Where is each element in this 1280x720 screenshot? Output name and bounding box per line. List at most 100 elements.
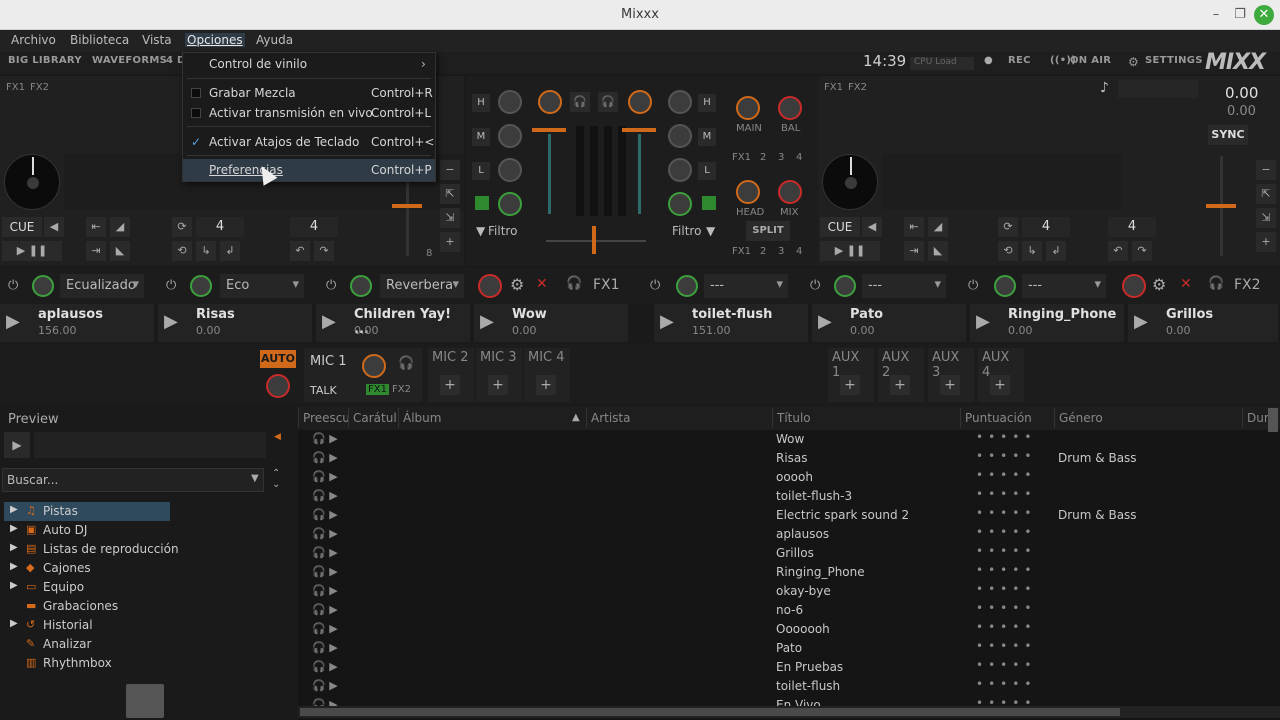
sampler-play-icon[interactable]: ▶ <box>1134 311 1148 332</box>
fx-power-icon-6[interactable]: ⏻ <box>968 278 984 294</box>
deck2-loop-out-icon[interactable]: ↲ <box>1046 241 1066 261</box>
deck1-minus-icon[interactable]: − <box>440 160 460 180</box>
mixer-eq-mid-knob-1[interactable] <box>498 124 522 148</box>
rating-stars[interactable]: ••••• <box>976 601 1036 615</box>
table-row[interactable]: 🎧 ▶ no-6 ••••• <box>298 601 1280 620</box>
preview-headphone-icon[interactable]: 🎧 ▶ <box>312 603 338 616</box>
big-library-button[interactable]: BIG LIBRARY <box>8 55 82 66</box>
deck2-fx1-tag[interactable]: FX1 <box>824 82 843 93</box>
head-mix-knob[interactable] <box>778 180 802 204</box>
preview-collapse-icon[interactable]: ◀ <box>274 432 281 442</box>
deck1-reloop-icon[interactable]: ⟲ <box>172 241 192 261</box>
deck2-nudge-down-icon[interactable]: ⇲ <box>1256 208 1276 228</box>
menu-item-record-mix[interactable]: Grabar Mezcla Control+R <box>183 82 435 104</box>
col-album[interactable]: Álbum <box>398 408 441 428</box>
expand-icon[interactable]: ▶ <box>10 523 18 534</box>
mixer-fx2-assign-2[interactable]: 2 <box>760 246 766 257</box>
mixer-gain-knob-1[interactable] <box>538 90 562 114</box>
settings-button[interactable]: SETTINGS <box>1145 55 1203 66</box>
aux-3-add-icon[interactable]: + <box>940 375 960 395</box>
table-hscroll[interactable] <box>298 706 1280 718</box>
deck2-reloop-icon[interactable]: ⟲ <box>998 241 1018 261</box>
fx-power-icon-5[interactable]: ⏻ <box>810 278 826 294</box>
sampler-play-icon[interactable]: ▶ <box>818 311 832 332</box>
preview-headphone-icon[interactable]: 🎧 ▶ <box>312 546 338 559</box>
sampler-play-icon[interactable]: ▶ <box>976 311 990 332</box>
deck2-cue-start-icon[interactable]: ⇤ <box>904 217 924 237</box>
fx1-meta-knob-2[interactable] <box>190 275 212 297</box>
deck2-cue-set-icon[interactable]: ◢ <box>928 217 948 237</box>
tree-item-listas[interactable]: ▶ ▤ Listas de reproducción <box>4 540 294 559</box>
rating-stars[interactable]: ••••• <box>976 658 1036 672</box>
deck1-loop-in-icon[interactable]: ↳ <box>196 241 216 261</box>
deck1-fx1-tag[interactable]: FX1 <box>6 82 25 93</box>
expand-icon[interactable]: ▶ <box>10 580 18 591</box>
deck1-rewind-icon[interactable]: ◀ <box>44 217 64 237</box>
sampler-3[interactable]: ▶ Children Yay! ... 0.00 <box>316 304 472 342</box>
fx2-meta-knob-1[interactable] <box>676 275 698 297</box>
deck1-plus-icon[interactable]: + <box>440 232 460 252</box>
menu-archivo[interactable]: Archivo <box>9 33 58 47</box>
deck1-hotcue2-icon[interactable]: ◣ <box>110 241 130 261</box>
head-gain-knob[interactable] <box>736 180 760 204</box>
expand-icon[interactable]: ▶ <box>10 618 18 629</box>
fx1-headphone-icon[interactable]: 🎧 <box>566 276 582 291</box>
deck2-overview[interactable] <box>882 154 1122 210</box>
mixer-eq-low-knob-2[interactable] <box>668 158 692 182</box>
col-rating[interactable]: Puntuación <box>960 408 1032 428</box>
fx1-mix-knob[interactable] <box>478 274 502 298</box>
menu-item-preferences[interactable]: Preferencias Control+P <box>183 159 435 181</box>
fx2-mix-knob[interactable] <box>1122 274 1146 298</box>
rating-stars[interactable]: ••••• <box>976 430 1036 444</box>
sampler-8[interactable]: ▶ Grillos 0.00 <box>1128 304 1280 342</box>
mic-ducking-knob[interactable] <box>266 374 290 398</box>
waveforms-button[interactable]: WAVEFORMS <box>92 55 167 66</box>
table-row[interactable]: 🎧 ▶ Ooooooh ••••• <box>298 620 1280 639</box>
deck2-beatloop-size[interactable]: 4 <box>1022 217 1070 237</box>
col-duration[interactable]: Dur <box>1242 408 1269 428</box>
fx-power-icon-4[interactable]: ⏻ <box>650 278 666 294</box>
preview-headphone-icon[interactable]: 🎧 ▶ <box>312 470 338 483</box>
deck2-cue-button[interactable]: CUE <box>820 217 860 237</box>
fx2-crossed-icon[interactable]: ✕ <box>1180 276 1192 292</box>
table-row[interactable]: 🎧 ▶ ooooh ••••• <box>298 468 1280 487</box>
fx1-effect1-select[interactable]: Ecualizado <box>60 274 144 298</box>
mixer-headphone-icon-2[interactable]: 🎧 <box>598 92 618 112</box>
mixer-eq-low-knob-1[interactable] <box>498 158 522 182</box>
aux-1-add-icon[interactable]: + <box>840 375 860 395</box>
mixer-fx3-assign[interactable]: 3 <box>778 152 784 163</box>
menu-item-vinyl-control[interactable]: Control de vinilo › <box>183 53 435 75</box>
deck1-cue-button[interactable]: CUE <box>2 217 42 237</box>
split-button[interactable]: SPLIT <box>746 221 790 241</box>
deck1-beatjump-back-icon[interactable]: ↶ <box>290 241 310 261</box>
fx1-effect2-select[interactable]: Eco <box>220 274 304 298</box>
menu-item-live-broadcast[interactable]: Activar transmisión en vivo Control+L <box>183 102 435 124</box>
mixer-fx4-assign[interactable]: 4 <box>796 152 802 163</box>
fx2-effect3-select[interactable]: --- <box>1022 274 1106 298</box>
table-row[interactable]: 🎧 ▶ aplausos ••••• <box>298 525 1280 544</box>
rating-stars[interactable]: ••••• <box>976 620 1036 634</box>
mixer-volume-fader-1[interactable] <box>548 134 551 214</box>
deck1-cue-set-icon[interactable]: ◢ <box>110 217 130 237</box>
checkbox-icon[interactable] <box>191 88 201 98</box>
preview-headphone-icon[interactable]: 🎧 ▶ <box>312 622 338 635</box>
deck1-loop-icon[interactable]: ⟳ <box>172 217 192 237</box>
deck2-beatjump-fwd-icon[interactable]: ↷ <box>1132 241 1152 261</box>
checkmark-icon[interactable]: ✓ <box>191 131 201 153</box>
deck2-hotcue2-icon[interactable]: ◣ <box>928 241 948 261</box>
deck1-beatloop-size[interactable]: 4 <box>196 217 244 237</box>
deck2-beatjump-size[interactable]: 4 <box>1108 217 1156 237</box>
mic-1-headphone-icon[interactable]: 🎧 <box>398 356 414 371</box>
table-row[interactable]: 🎧 ▶ okay-bye ••••• <box>298 582 1280 601</box>
table-row[interactable]: 🎧 ▶ Electric spark sound 2 ••••• Drum & Bas… <box>298 506 1280 525</box>
col-artist[interactable]: Artista <box>586 408 631 428</box>
deck2-minus-icon[interactable]: − <box>1256 160 1276 180</box>
fx2-meta-knob-3[interactable] <box>994 275 1016 297</box>
balance-knob[interactable] <box>778 96 802 120</box>
rating-stars[interactable]: ••••• <box>976 677 1036 691</box>
deck1-rate-handle[interactable] <box>392 204 422 208</box>
rating-stars[interactable]: ••••• <box>976 525 1036 539</box>
tree-item-grabaciones[interactable]: ▬ Grabaciones <box>4 597 294 616</box>
fx1-meta-knob-1[interactable] <box>32 275 54 297</box>
sampler-play-icon[interactable]: ▶ <box>322 311 336 332</box>
